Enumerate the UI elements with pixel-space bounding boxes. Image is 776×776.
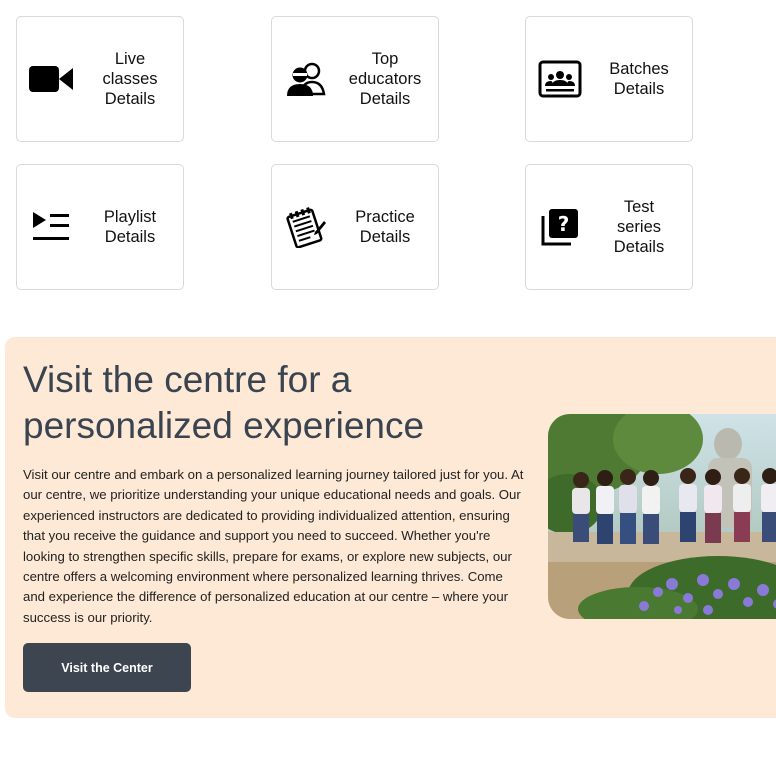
practice-notepad-icon xyxy=(284,205,328,249)
section-description: Visit our centre and embark on a persona… xyxy=(23,467,524,625)
svg-text:?: ? xyxy=(558,212,570,236)
visit-centre-section: Visit the centre for a personalized expe… xyxy=(5,337,776,718)
section-title: Visit the centre for a personalized expe… xyxy=(23,359,425,446)
card-label: Practice Details xyxy=(355,208,415,246)
card-label: Test series Details xyxy=(613,198,665,256)
card-label: Live classes Details xyxy=(102,50,158,108)
card-label: Batches Details xyxy=(609,60,669,98)
centre-students-photo xyxy=(548,414,776,619)
video-camera-icon xyxy=(29,57,73,101)
question-quiz-icon: ? xyxy=(538,205,582,249)
card-label: Playlist Details xyxy=(103,208,157,246)
card-test-series[interactable]: ? Test series Details xyxy=(525,164,693,290)
card-top-educators[interactable]: Top educators Details xyxy=(271,16,439,142)
educators-icon xyxy=(284,57,328,101)
playlist-icon xyxy=(29,205,73,249)
card-live-classes[interactable]: Live classes Details xyxy=(16,16,184,142)
card-practice[interactable]: Practice Details xyxy=(271,164,439,290)
card-batches[interactable]: Batches Details xyxy=(525,16,693,142)
card-playlist[interactable]: Playlist Details xyxy=(16,164,184,290)
batches-icon xyxy=(538,57,582,101)
visit-center-button[interactable]: Visit the Center xyxy=(23,643,191,692)
card-label: Top educators Details xyxy=(348,50,422,108)
